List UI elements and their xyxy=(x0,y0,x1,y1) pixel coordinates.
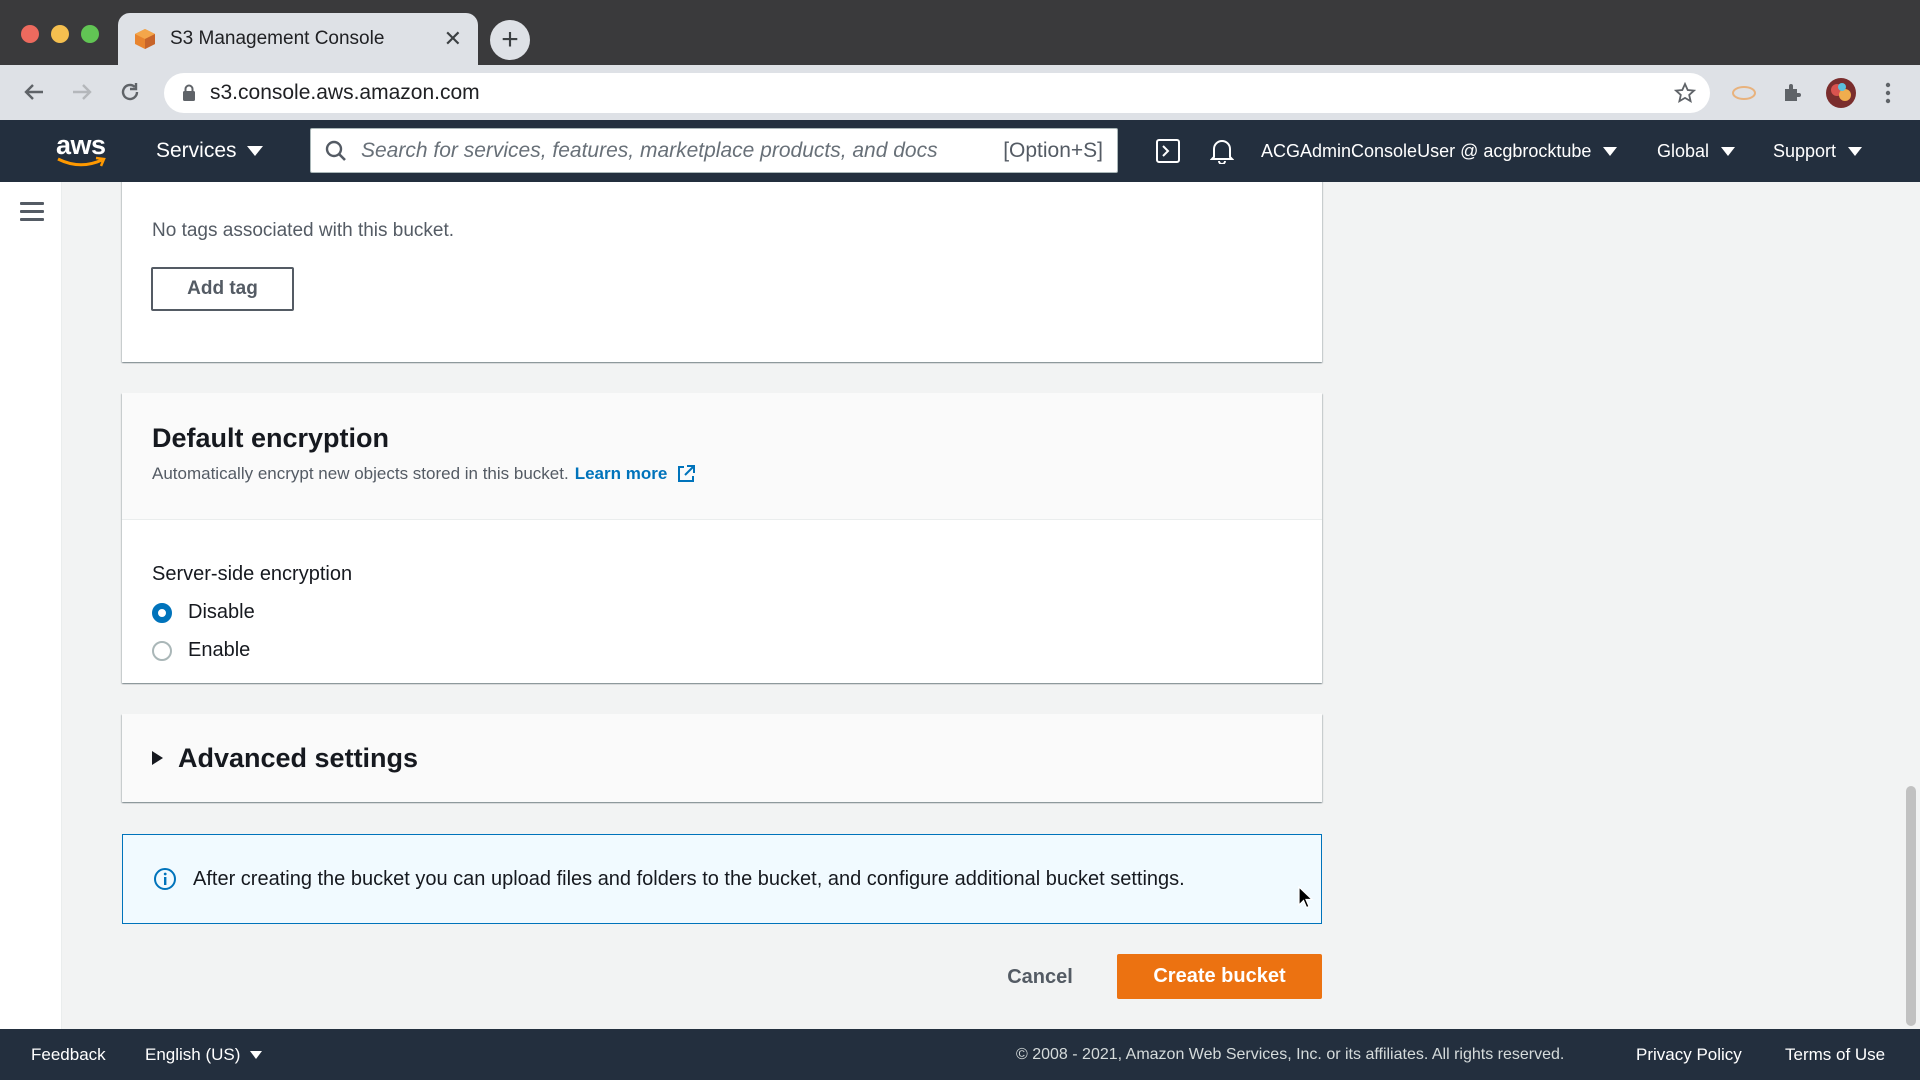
learn-more-link[interactable]: Learn more xyxy=(575,464,697,484)
copyright-text: © 2008 - 2021, Amazon Web Services, Inc.… xyxy=(1016,1045,1565,1063)
side-navigation-strip xyxy=(0,182,62,1029)
profile-avatar[interactable] xyxy=(1824,76,1858,110)
back-icon[interactable] xyxy=(19,77,49,107)
account-label: ACGAdminConsoleUser @ acgbrocktube xyxy=(1261,140,1592,161)
puzzle-extensions-icon[interactable] xyxy=(1778,79,1806,107)
info-alert: After creating the bucket you can upload… xyxy=(122,834,1322,924)
account-menu[interactable]: ACGAdminConsoleUser @ acgbrocktube xyxy=(1261,120,1618,182)
create-bucket-button[interactable]: Create bucket xyxy=(1117,954,1322,999)
scrollbar-thumb[interactable] xyxy=(1906,786,1916,1026)
caret-down-icon xyxy=(1848,146,1863,156)
encryption-title: Default encryption xyxy=(152,423,390,453)
services-label: Services xyxy=(156,139,237,162)
external-link-icon xyxy=(678,465,696,482)
extension-icon[interactable] xyxy=(1730,79,1758,107)
default-encryption-panel: Default encryption Automatically encrypt… xyxy=(122,393,1322,683)
hamburger-menu-icon[interactable] xyxy=(20,202,44,222)
caret-down-icon xyxy=(1721,146,1736,156)
close-tab-icon[interactable]: ✕ xyxy=(444,26,462,52)
tags-empty-text: No tags associated with this bucket. xyxy=(152,220,455,241)
caret-down-icon xyxy=(246,146,263,156)
caret-down-icon xyxy=(1603,146,1618,156)
address-bar[interactable]: s3.console.aws.amazon.com xyxy=(164,73,1710,113)
close-window-button[interactable] xyxy=(21,25,39,43)
feedback-link[interactable]: Feedback xyxy=(31,1029,106,1080)
tab-title: S3 Management Console xyxy=(170,28,385,49)
caret-right-icon xyxy=(152,751,163,765)
new-tab-button[interactable]: + xyxy=(490,20,530,60)
radio-label-enable: Enable xyxy=(188,639,251,661)
language-selector[interactable]: English (US) xyxy=(145,1029,263,1080)
services-menu[interactable]: Services xyxy=(156,120,263,182)
radio-label-disable: Disable xyxy=(188,601,255,623)
terms-of-use-link[interactable]: Terms of Use xyxy=(1785,1029,1885,1080)
bookmark-star-icon[interactable] xyxy=(1674,82,1696,104)
radio-option-enable[interactable]: Enable xyxy=(152,639,250,662)
console-footer: Feedback English (US) © 2008 - 2021, Ama… xyxy=(0,1029,1920,1080)
browser-tab[interactable]: S3 Management Console ✕ xyxy=(118,13,478,65)
region-menu[interactable]: Global xyxy=(1657,120,1736,182)
mouse-cursor-icon xyxy=(1298,886,1314,909)
info-icon xyxy=(154,868,176,890)
browser-toolbar: s3.console.aws.amazon.com xyxy=(0,65,1920,120)
privacy-policy-link[interactable]: Privacy Policy xyxy=(1636,1029,1742,1080)
aws-top-nav: aws Services [Option+S] ACGAdminConsoleU… xyxy=(0,120,1920,182)
forward-icon[interactable] xyxy=(67,77,97,107)
maximize-window-button[interactable] xyxy=(81,25,99,43)
url-text: s3.console.aws.amazon.com xyxy=(210,81,480,104)
search-input[interactable] xyxy=(361,138,1004,163)
search-icon xyxy=(325,140,346,161)
advanced-settings-panel: Advanced settings xyxy=(122,714,1322,802)
add-tag-button[interactable]: Add tag xyxy=(151,267,294,311)
server-side-encryption-label: Server-side encryption xyxy=(152,563,353,585)
aws-smile-icon xyxy=(57,156,106,167)
minimize-window-button[interactable] xyxy=(51,25,69,43)
cancel-button[interactable]: Cancel xyxy=(982,955,1098,999)
search-bar[interactable]: [Option+S] xyxy=(310,128,1118,173)
radio-disable[interactable] xyxy=(152,602,172,623)
browser-tab-bar: S3 Management Console ✕ + xyxy=(0,0,1920,65)
encryption-description: Automatically encrypt new objects stored… xyxy=(152,464,696,484)
support-label: Support xyxy=(1773,140,1837,161)
support-menu[interactable]: Support xyxy=(1773,120,1863,182)
notifications-bell-icon[interactable] xyxy=(1207,136,1237,166)
radio-enable[interactable] xyxy=(152,640,172,661)
main-content: No tags associated with this bucket. Add… xyxy=(62,182,1920,1029)
encryption-panel-header: Default encryption Automatically encrypt… xyxy=(122,393,1322,520)
advanced-settings-label: Advanced settings xyxy=(178,742,419,773)
learn-more-label: Learn more xyxy=(574,464,668,483)
radio-option-disable[interactable]: Disable xyxy=(152,601,255,624)
s3-favicon-icon xyxy=(135,29,155,49)
cloudshell-icon[interactable] xyxy=(1153,136,1183,166)
tags-panel: No tags associated with this bucket. Add… xyxy=(122,182,1322,362)
encryption-description-text: Automatically encrypt new objects stored… xyxy=(152,464,569,483)
advanced-settings-toggle[interactable]: Advanced settings xyxy=(152,714,418,802)
info-alert-text: After creating the bucket you can upload… xyxy=(193,867,1185,890)
language-label: English (US) xyxy=(145,1044,241,1064)
search-shortcut-hint: [Option+S] xyxy=(1003,138,1103,162)
reload-icon[interactable] xyxy=(115,77,145,107)
aws-logo[interactable]: aws xyxy=(56,130,108,172)
region-label: Global xyxy=(1657,140,1710,161)
caret-down-icon xyxy=(250,1050,263,1059)
browser-menu-icon[interactable] xyxy=(1874,79,1902,107)
lock-icon xyxy=(183,84,195,101)
